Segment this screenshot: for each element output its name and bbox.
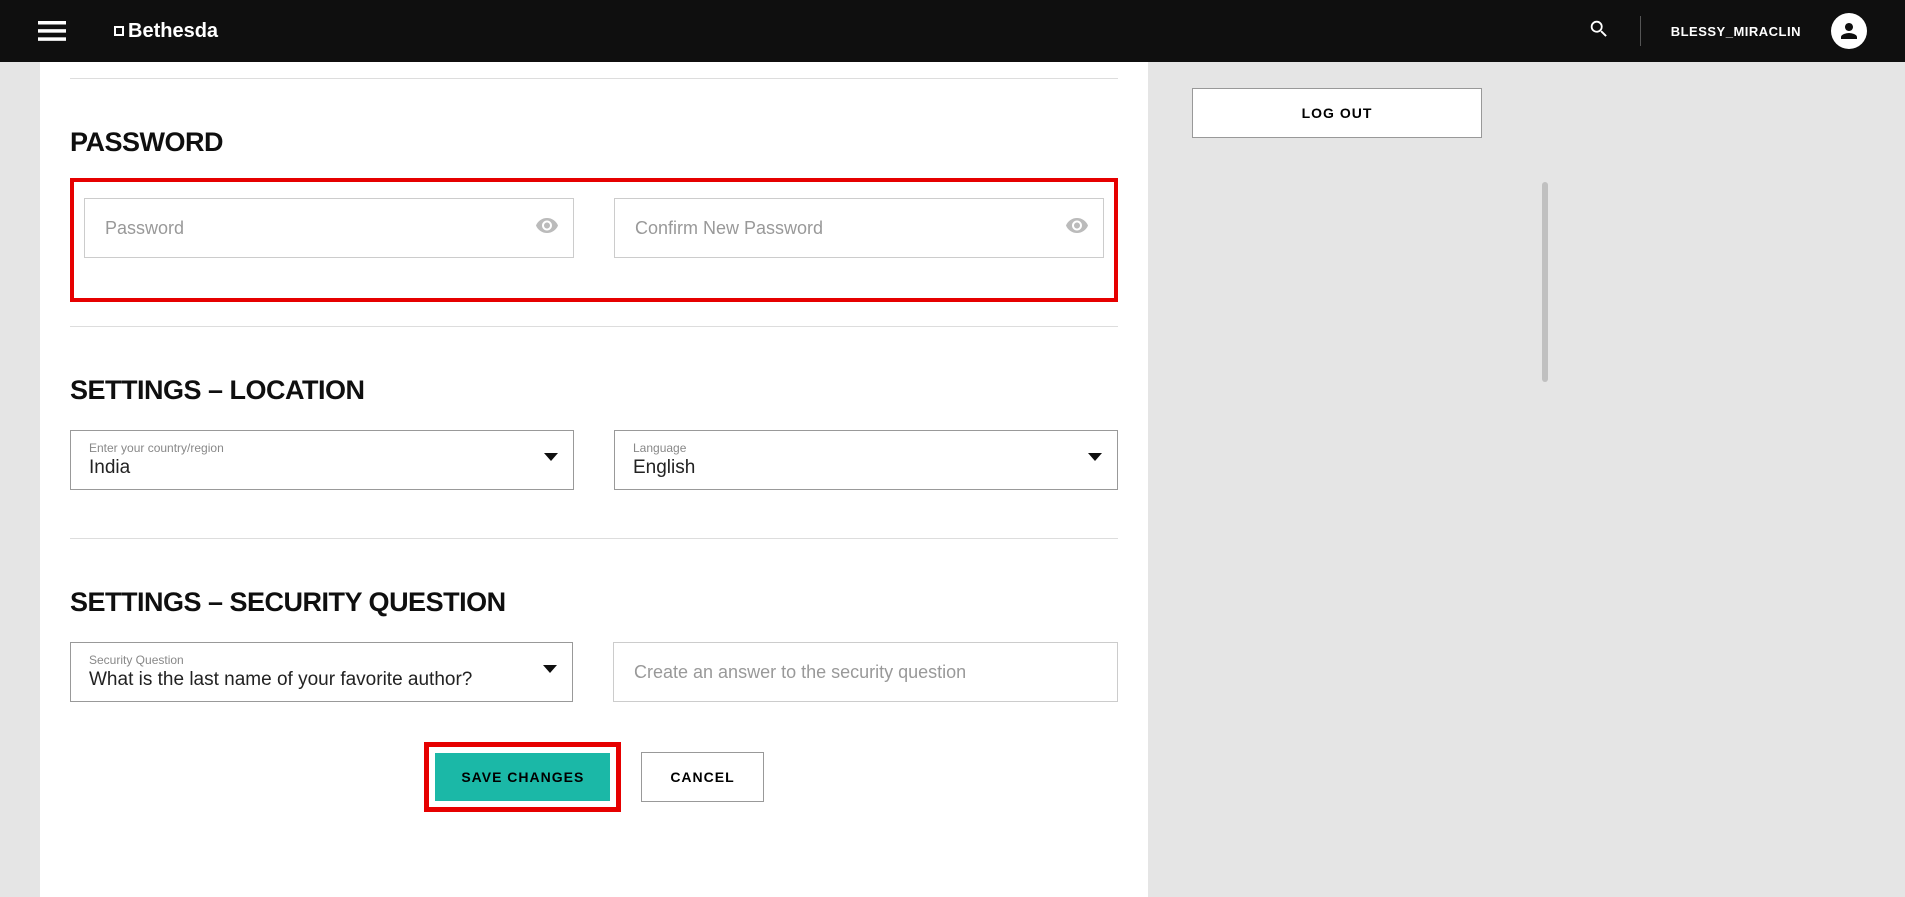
chevron-down-icon (543, 660, 557, 678)
logo[interactable]: Bethesda (114, 20, 218, 43)
security-question-value: What is the last name of your favorite a… (89, 669, 552, 691)
confirm-password-input[interactable] (614, 198, 1104, 258)
divider (70, 326, 1118, 327)
divider (70, 78, 1118, 79)
country-value: India (89, 457, 553, 479)
language-select[interactable]: Language English (614, 430, 1118, 490)
location-heading: SETTINGS – LOCATION (70, 375, 1118, 406)
search-icon[interactable] (1588, 18, 1610, 45)
language-value: English (633, 457, 1097, 479)
logo-text: Bethesda (128, 20, 218, 43)
country-label: Enter your country/region (89, 441, 553, 455)
menu-icon[interactable] (38, 21, 66, 41)
eye-icon[interactable] (535, 214, 559, 243)
button-row: SAVE CHANGES CANCEL (70, 742, 1118, 812)
password-fields-highlight (70, 178, 1118, 302)
sidebar: LOG OUT (1192, 62, 1482, 897)
chevron-down-icon (544, 448, 558, 466)
cancel-button[interactable]: CANCEL (641, 752, 763, 802)
main-content: PASSWORD SETTINGS – LOCATION Enter yo (40, 62, 1148, 897)
security-answer-input[interactable] (613, 642, 1118, 702)
security-row: Security Question What is the last name … (70, 642, 1118, 702)
confirm-password-wrapper (614, 198, 1104, 258)
location-row: Enter your country/region India Language… (70, 430, 1118, 490)
scrollbar[interactable] (1542, 62, 1548, 897)
country-select[interactable]: Enter your country/region India (70, 430, 574, 490)
username[interactable]: BLESSY_MIRACLIN (1671, 24, 1801, 39)
password-heading: PASSWORD (70, 127, 1118, 158)
header-right: BLESSY_MIRACLIN (1588, 13, 1867, 49)
divider (1640, 16, 1641, 46)
scrollbar-thumb[interactable] (1542, 182, 1548, 382)
eye-icon[interactable] (1065, 214, 1089, 243)
logo-box-icon (114, 26, 124, 36)
logout-button[interactable]: LOG OUT (1192, 88, 1482, 138)
language-label: Language (633, 441, 1097, 455)
password-wrapper (84, 198, 574, 258)
header-left: Bethesda (38, 20, 218, 43)
save-changes-button[interactable]: SAVE CHANGES (435, 753, 610, 801)
save-button-highlight: SAVE CHANGES (424, 742, 621, 812)
divider (70, 538, 1118, 539)
security-heading: SETTINGS – SECURITY QUESTION (70, 587, 1118, 618)
avatar[interactable] (1831, 13, 1867, 49)
security-question-select[interactable]: Security Question What is the last name … (70, 642, 573, 702)
chevron-down-icon (1088, 448, 1102, 466)
security-question-label: Security Question (89, 653, 552, 667)
header: Bethesda BLESSY_MIRACLIN (0, 0, 1905, 62)
password-input[interactable] (84, 198, 574, 258)
